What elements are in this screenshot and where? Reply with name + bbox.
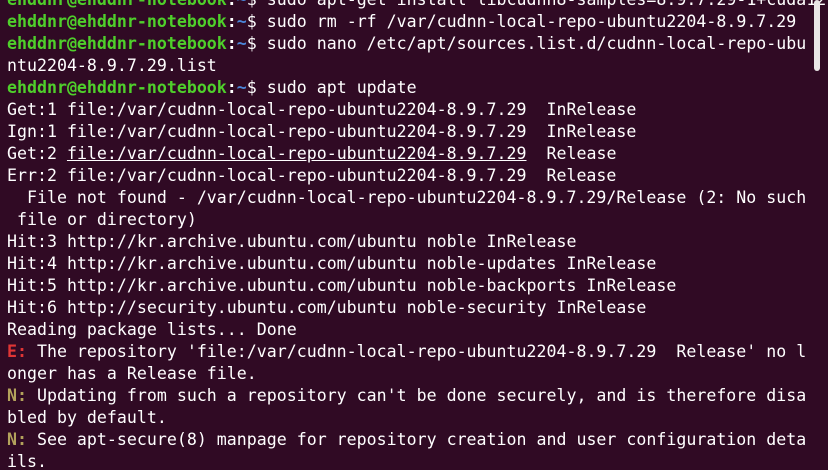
prompt-user: ehddnr@ehddnr-notebook: [7, 0, 227, 9]
output-line: Reading package lists... Done: [7, 320, 297, 339]
output-line: ehddnr@ehddnr-notebook:~$ sudo apt-get i…: [7, 0, 828, 11]
output-line: Hit:3 http://kr.archive.ubuntu.com/ubunt…: [7, 232, 577, 251]
output-text: Get:2: [7, 144, 67, 163]
note-line: N: Updating from such a repository can't…: [7, 385, 812, 407]
output-line: Get:2 file:/var/cudnn-local-repo-ubuntu2…: [7, 143, 812, 165]
note-tag: N:: [7, 430, 27, 449]
output-line: ntu2204-8.9.7.29.list: [7, 56, 217, 75]
prompt-line: ehddnr@ehddnr-notebook:~$ sudo apt updat…: [7, 77, 812, 99]
output-text: Release: [526, 144, 617, 163]
prompt-sign: $: [246, 34, 267, 53]
prompt-separator: :: [226, 34, 237, 53]
prompt-user: ehddnr@ehddnr-notebook: [7, 12, 227, 31]
prompt-sign: $: [246, 12, 267, 31]
command-text: sudo nano /etc/apt/sources.list.d/cudnn-…: [266, 34, 807, 53]
output-line: Ign:1 file:/var/cudnn-local-repo-ubuntu2…: [7, 122, 637, 141]
error-text: The repository 'file:/var/cudnn-local-re…: [26, 342, 807, 361]
prompt-separator: :: [227, 0, 237, 9]
prompt-sign: $: [247, 0, 267, 9]
prompt-path: ~: [236, 78, 247, 97]
prompt-user: ehddnr@ehddnr-notebook: [7, 34, 227, 53]
prompt-user: ehddnr@ehddnr-notebook: [7, 78, 227, 97]
command-text: sudo apt-get install libcudnn8-samples=8…: [267, 0, 828, 9]
output-line: ils.: [7, 452, 47, 470]
prompt-separator: :: [226, 12, 237, 31]
error-tag: E:: [7, 342, 27, 361]
prompt-line: ehddnr@ehddnr-notebook:~$ sudo nano /etc…: [7, 33, 812, 55]
note-tag: N:: [7, 386, 27, 405]
note-text: See apt-secure(8) manpage for repository…: [26, 430, 807, 449]
prompt-sign: $: [246, 78, 267, 97]
output-line: onger has a Release file.: [7, 364, 257, 383]
error-line: E: The repository 'file:/var/cudnn-local…: [7, 341, 812, 363]
output-line: Hit:5 http://kr.archive.ubuntu.com/ubunt…: [7, 276, 677, 295]
command-text: sudo apt update: [266, 78, 417, 97]
terminal-output: ehddnr@ehddnr-notebook:~$ sudo apt-get i…: [7, 0, 828, 470]
output-line: Hit:6 http://security.ubuntu.com/ubuntu …: [7, 298, 647, 317]
prompt-path: ~: [236, 12, 247, 31]
output-line: Get:1 file:/var/cudnn-local-repo-ubuntu2…: [7, 100, 637, 119]
output-line: Hit:4 http://kr.archive.ubuntu.com/ubunt…: [7, 254, 657, 273]
scrollbar[interactable]: [814, 0, 820, 470]
prompt-path: ~: [236, 34, 247, 53]
prompt-separator: :: [226, 78, 237, 97]
repo-link[interactable]: file:/var/cudnn-local-repo-ubuntu2204-8.…: [67, 144, 527, 163]
prompt-line: ehddnr@ehddnr-notebook:~$ sudo rm -rf /v…: [7, 11, 812, 33]
terminal-window[interactable]: ehddnr@ehddnr-notebook:~$ sudo apt-get i…: [0, 0, 828, 470]
command-text: sudo rm -rf /var/cudnn-local-repo-ubuntu…: [266, 12, 797, 31]
output-line: Err:2 file:/var/cudnn-local-repo-ubuntu2…: [7, 166, 617, 185]
note-text: Updating from such a repository can't be…: [26, 386, 807, 405]
prompt-path: ~: [237, 0, 247, 9]
scrollbar-thumb[interactable]: [814, 0, 820, 71]
output-line: bled by default.: [7, 408, 167, 427]
output-line: file or directory): [7, 210, 197, 229]
note-line: N: See apt-secure(8) manpage for reposit…: [7, 429, 812, 451]
output-line: File not found - /var/cudnn-local-repo-u…: [7, 188, 807, 207]
